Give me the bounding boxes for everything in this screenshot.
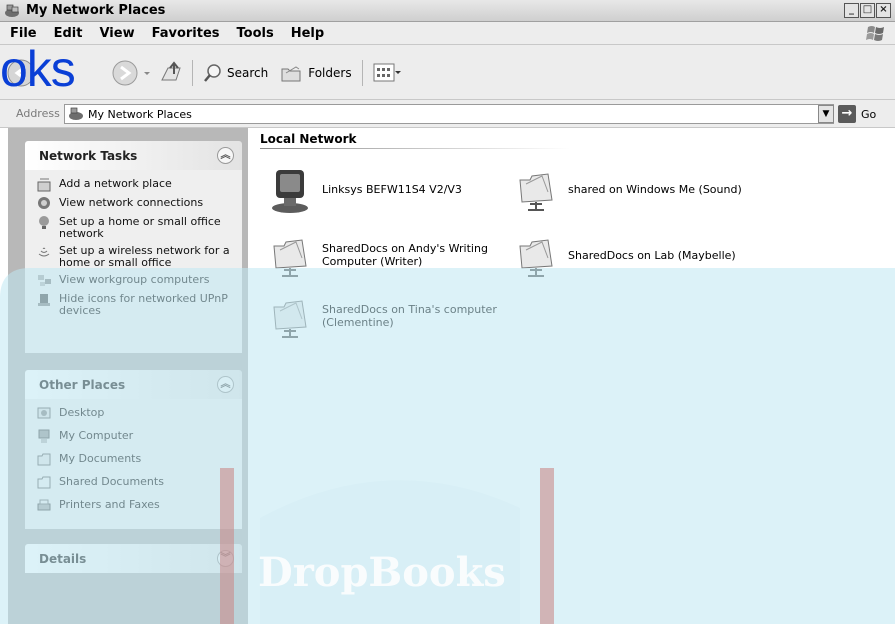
network-item-router[interactable]: Linksys BEFW11S4 V2/V3 <box>266 164 502 214</box>
network-tasks-header[interactable]: Network Tasks ︽ <box>25 141 242 170</box>
network-places-icon <box>5 4 19 17</box>
task-add-network-place[interactable]: Add a network place <box>37 178 232 192</box>
address-input[interactable]: My Network Places <box>64 104 834 124</box>
address-dropdown-button[interactable]: ▼ <box>818 105 834 123</box>
printers-icon <box>37 499 51 511</box>
shared-documents-icon <box>37 476 51 489</box>
minimize-button[interactable]: _ <box>844 3 859 18</box>
place-my-documents[interactable]: My Documents <box>37 453 232 467</box>
home-network-icon <box>39 216 49 229</box>
go-arrow-icon: → <box>838 105 856 123</box>
collapse-chevron-icon[interactable]: ︽ <box>217 147 234 164</box>
place-printers-faxes[interactable]: Printers and Faxes <box>37 499 232 513</box>
collapse-chevron-icon[interactable]: ︽ <box>217 376 234 393</box>
task-setup-home-network[interactable]: Set up a home or small office network <box>37 216 232 240</box>
search-icon <box>204 63 221 82</box>
network-item-shareddocs-writer[interactable]: SharedDocs on Andy's Writing Computer (W… <box>266 230 502 280</box>
windows-logo-icon <box>866 26 884 41</box>
menu-view[interactable]: View <box>91 26 143 41</box>
task-view-workgroup[interactable]: View workgroup computers <box>37 274 232 288</box>
details-header[interactable]: Details ︾ <box>25 544 242 573</box>
other-places-title: Other Places <box>39 377 126 392</box>
section-title: Local Network <box>260 132 357 146</box>
menu-edit[interactable]: Edit <box>46 26 92 41</box>
task-hide-upnp-icons[interactable]: Hide icons for networked UPnP devices <box>37 293 232 317</box>
menu-bar: File Edit View Favorites Tools Help <box>0 22 895 45</box>
menu-tools[interactable]: Tools <box>229 26 283 41</box>
address-bar: Address My Network Places ▼ → Go <box>0 100 895 128</box>
task-view-network-connections[interactable]: View network connections <box>37 197 232 211</box>
up-folder-icon[interactable] <box>158 56 186 90</box>
wireless-network-icon <box>38 247 50 257</box>
books-overlay-text: oks <box>0 41 76 97</box>
close-button[interactable]: × <box>876 3 891 18</box>
toolbar-separator <box>361 59 363 86</box>
details-title: Details <box>39 551 87 566</box>
workgroup-icon <box>38 275 51 286</box>
my-computer-icon <box>38 429 50 443</box>
folders-label: Folders <box>308 65 352 80</box>
network-tasks-panel: Network Tasks ︽ Add a network place View… <box>25 141 242 353</box>
title-bar: My Network Places _ □ × <box>0 0 895 22</box>
views-icon <box>373 63 401 81</box>
menu-file[interactable]: File <box>2 26 46 41</box>
task-pane: Network Tasks ︽ Add a network place View… <box>8 128 248 624</box>
network-share-icon <box>519 173 553 211</box>
window-controls: _ □ × <box>844 3 891 18</box>
network-places-icon <box>69 107 83 120</box>
menu-help[interactable]: Help <box>283 26 333 41</box>
place-shared-documents[interactable]: Shared Documents <box>37 476 232 490</box>
add-network-place-icon <box>37 178 51 192</box>
place-desktop[interactable]: Desktop <box>37 407 232 421</box>
expand-chevron-icon[interactable]: ︾ <box>217 550 234 567</box>
network-item-shareddocs-tina[interactable]: SharedDocs on Tina's computer (Clementin… <box>266 291 502 341</box>
search-label: Search <box>227 65 269 80</box>
router-icon <box>272 170 308 213</box>
place-my-computer[interactable]: My Computer <box>37 429 232 444</box>
task-setup-wireless-network[interactable]: Set up a wireless network for a home or … <box>37 245 232 269</box>
toolbar-separator <box>192 59 193 86</box>
network-connections-icon <box>38 197 50 209</box>
toolbar: Search Folders <box>0 45 895 100</box>
go-button[interactable]: → Go <box>838 105 876 123</box>
section-divider <box>260 148 570 149</box>
desktop-icon <box>37 407 51 419</box>
other-places-panel: Other Places ︽ Desktop My Computer My Do… <box>25 370 242 529</box>
network-share-icon <box>273 300 307 338</box>
maximize-button[interactable]: □ <box>860 3 875 18</box>
go-label: Go <box>861 107 877 121</box>
folders-button[interactable]: Folders <box>276 63 355 83</box>
file-view: Local Network Linksys BEFW11S4 V2/V3 sha… <box>248 128 895 624</box>
network-share-icon <box>273 239 307 277</box>
network-share-icon <box>519 239 553 277</box>
network-item-shareddocs-lab[interactable]: SharedDocs on Lab (Maybelle) <box>512 230 748 280</box>
menu-favorites[interactable]: Favorites <box>144 26 229 41</box>
window-title: My Network Places <box>26 3 166 18</box>
forward-dropdown-icon[interactable] <box>142 56 152 90</box>
search-button[interactable]: Search <box>199 63 272 83</box>
views-button[interactable] <box>369 62 405 84</box>
my-documents-icon <box>37 453 51 466</box>
address-label: Address <box>16 107 60 120</box>
address-value: My Network Places <box>88 107 192 121</box>
network-item-share-windows-me[interactable]: shared on Windows Me (Sound) <box>512 164 748 214</box>
network-tasks-title: Network Tasks <box>39 148 138 163</box>
forward-icon[interactable] <box>108 56 142 90</box>
folders-icon <box>281 65 301 81</box>
upnp-icon <box>38 294 50 306</box>
other-places-header[interactable]: Other Places ︽ <box>25 370 242 399</box>
details-panel: Details ︾ <box>25 544 242 573</box>
